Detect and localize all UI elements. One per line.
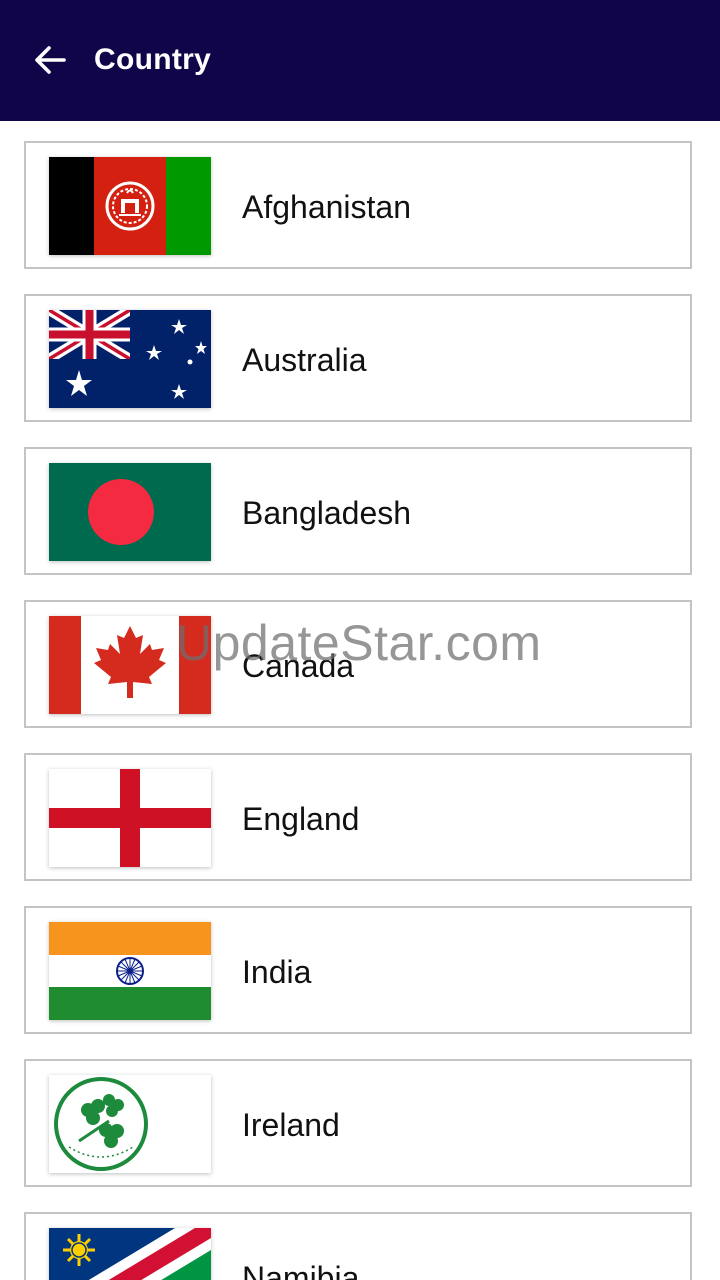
afghanistan-flag-icon: [49, 157, 211, 255]
canada-flag-icon: [49, 616, 211, 714]
country-name: Bangladesh: [242, 495, 412, 531]
country-name: England: [242, 801, 360, 837]
country-list[interactable]: Afghanistan Australia Bangladesh Canada …: [0, 121, 720, 1280]
country-name: Australia: [242, 342, 367, 378]
country-item-afghanistan[interactable]: Afghanistan: [24, 141, 692, 269]
country-item-india[interactable]: India: [24, 906, 692, 1034]
namibia-flag-icon: [49, 1228, 211, 1280]
england-flag-icon: [49, 769, 211, 867]
app-bar: Country: [0, 0, 720, 121]
country-name: Ireland: [242, 1107, 340, 1143]
back-button[interactable]: [26, 36, 74, 84]
country-item-namibia[interactable]: Namibia: [24, 1212, 692, 1280]
bangladesh-flag-icon: [49, 463, 211, 561]
country-item-ireland[interactable]: Ireland: [24, 1059, 692, 1187]
country-name: India: [242, 954, 312, 990]
india-flag-icon: [49, 922, 211, 1020]
ireland-cricket-flag-icon: [49, 1075, 211, 1173]
country-name: Namibia: [242, 1260, 360, 1280]
country-item-england[interactable]: England: [24, 753, 692, 881]
country-item-canada[interactable]: Canada: [24, 600, 692, 728]
country-name: Afghanistan: [242, 189, 412, 225]
country-item-bangladesh[interactable]: Bangladesh: [24, 447, 692, 575]
country-name: Canada: [242, 648, 355, 684]
page-title: Country: [94, 43, 212, 76]
arrow-left-icon: [35, 46, 66, 74]
country-item-australia[interactable]: Australia: [24, 294, 692, 422]
australia-flag-icon: [49, 310, 211, 408]
